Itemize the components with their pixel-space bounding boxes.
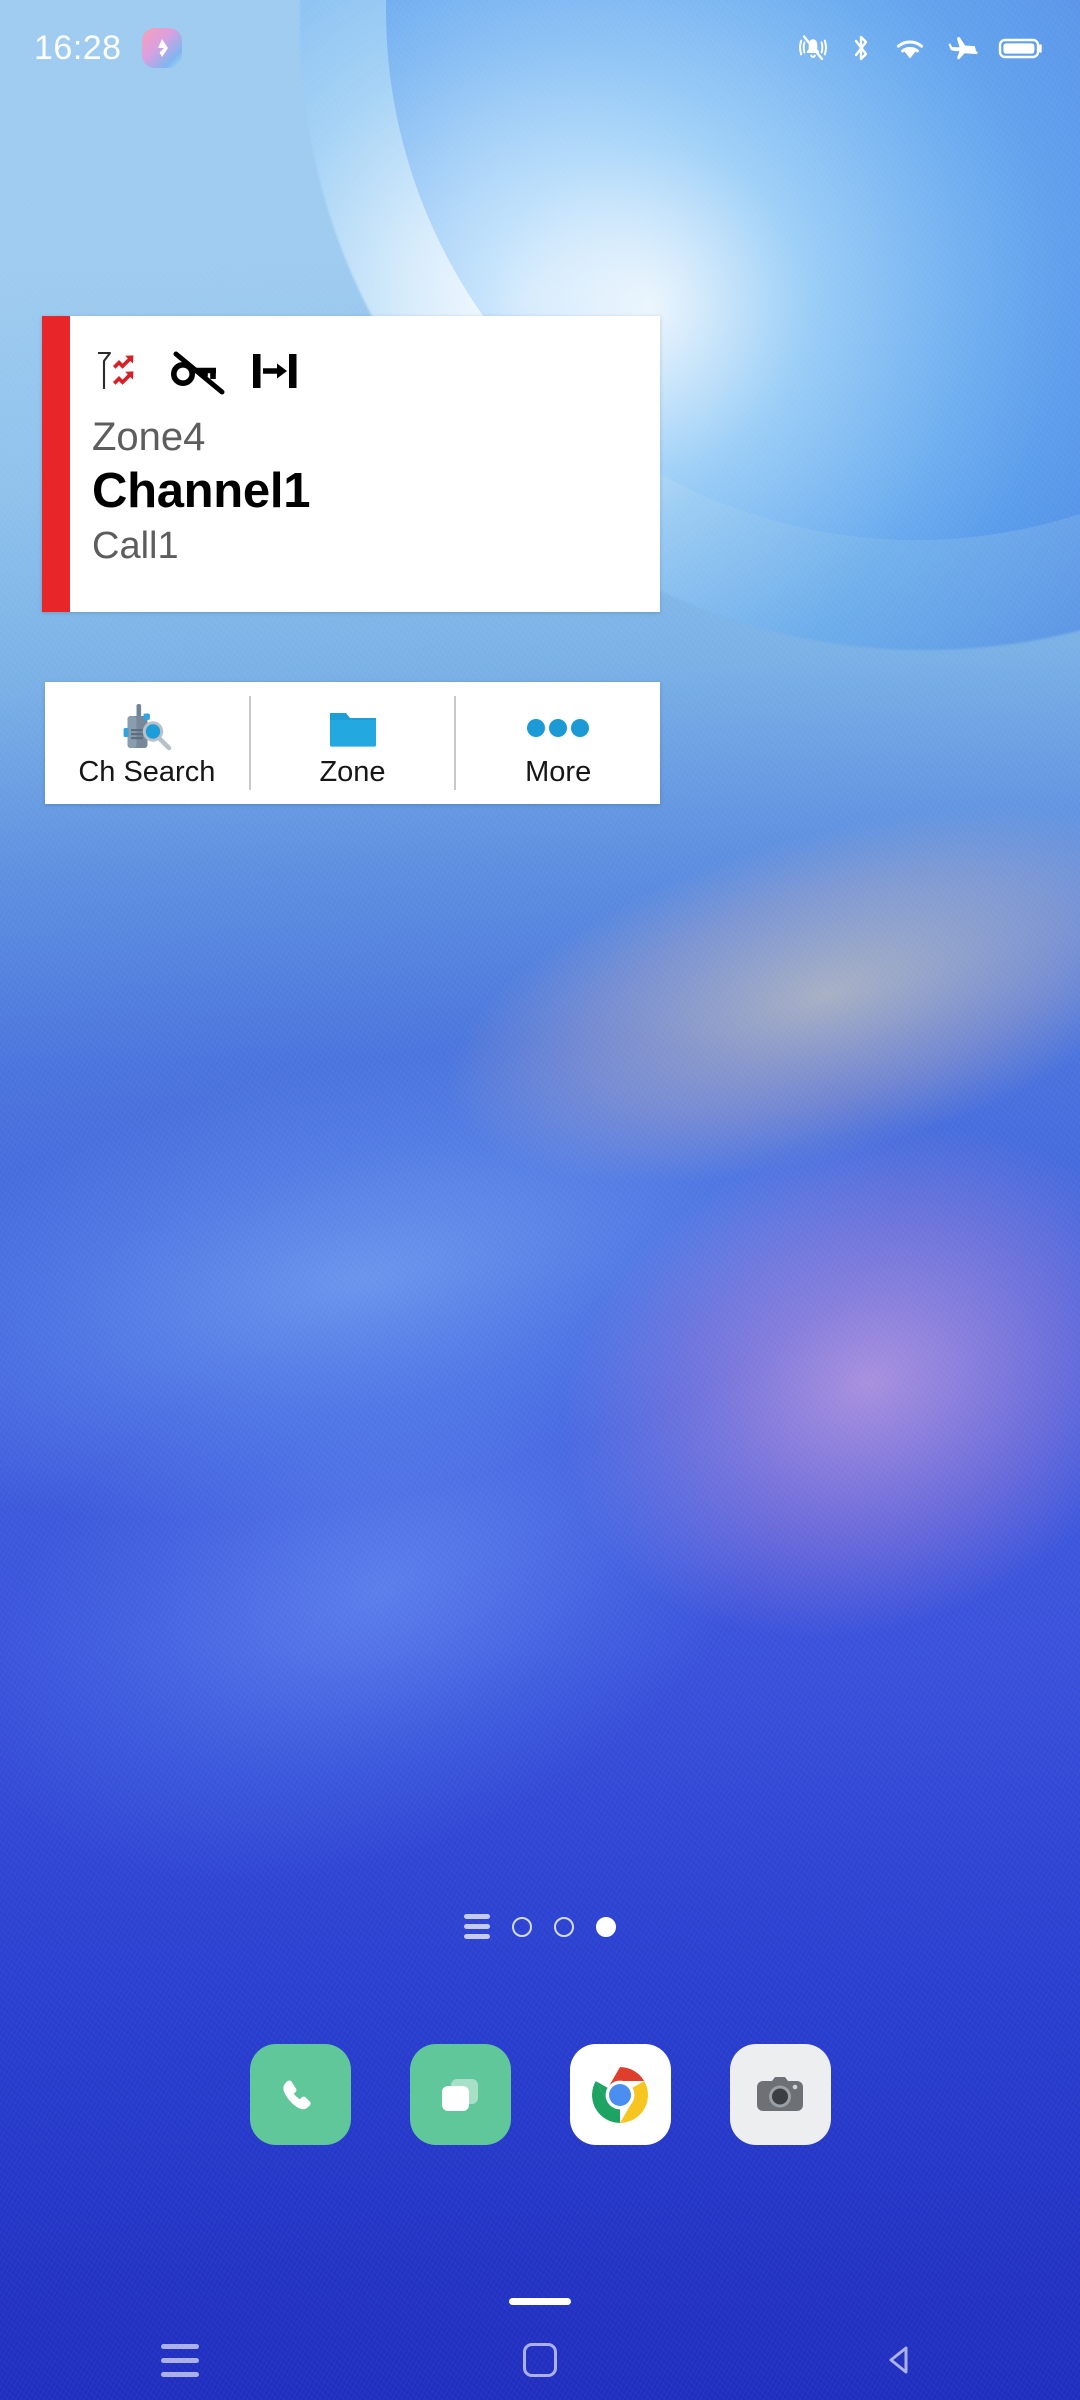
widget-accent-bar	[42, 316, 70, 612]
dock-app-phone[interactable]	[249, 2044, 351, 2145]
app-drawer-glyph[interactable]	[464, 1914, 490, 1939]
more-label: More	[525, 755, 592, 788]
nav-home-button[interactable]	[480, 2320, 600, 2400]
widget-zone-label: Zone4	[92, 415, 206, 459]
back-icon	[880, 2340, 920, 2380]
dock-app-chrome[interactable]	[569, 2044, 671, 2145]
zone-button[interactable]: Zone	[251, 682, 455, 804]
antenna-signal-icon	[92, 344, 148, 398]
page-dot-3-active[interactable]	[596, 1916, 616, 1937]
page-indicator	[0, 1914, 1080, 1939]
nav-back-button[interactable]	[840, 2320, 960, 2400]
widget-content: Zone4 Channel1 Call1	[70, 316, 660, 612]
ptt-channel-widget[interactable]: Zone4 Channel1 Call1	[42, 316, 660, 612]
narrow-bandwidth-icon	[246, 344, 304, 398]
widget-channel-label: Channel1	[92, 464, 311, 518]
page-dot-1[interactable]	[512, 1916, 532, 1937]
dock-app-camera[interactable]	[729, 2044, 831, 2145]
home-indicator	[509, 2298, 571, 2305]
ptt-action-bar: Ch Search Zone More	[45, 682, 660, 804]
airplane-mode-icon	[947, 32, 979, 64]
more-dots-icon	[521, 700, 595, 754]
app-notification-icon	[141, 28, 182, 68]
page-dot-2[interactable]	[554, 1916, 574, 1937]
folder-icon	[324, 700, 382, 754]
ch-search-label: Ch Search	[78, 755, 216, 788]
bluetooth-icon	[849, 32, 873, 64]
battery-icon	[998, 32, 1044, 64]
status-bar-clock: 16:28	[34, 28, 122, 67]
home-screen: 16:28 Zone4 Channel1 Call1 Ch Search Zon…	[0, 0, 1080, 2400]
dock-app-messages[interactable]	[409, 2044, 511, 2145]
status-bar-left: 16:28	[34, 28, 182, 68]
radio-search-icon	[117, 700, 177, 754]
no-encryption-key-icon	[166, 344, 228, 398]
zone-label: Zone	[319, 755, 386, 788]
nav-recents-button[interactable]	[120, 2320, 240, 2400]
wifi-icon	[892, 32, 928, 64]
vibrate-mute-icon	[796, 32, 830, 64]
status-bar-right	[796, 32, 1044, 64]
status-bar: 16:28	[0, 0, 1080, 96]
ch-search-button[interactable]: Ch Search	[45, 682, 249, 804]
recents-icon	[161, 2343, 199, 2377]
more-button[interactable]: More	[456, 682, 660, 804]
dock	[0, 2044, 1080, 2145]
navigation-bar	[0, 2320, 1080, 2400]
widget-status-icon-row	[92, 340, 638, 402]
widget-call-label: Call1	[92, 524, 179, 567]
home-icon	[523, 2343, 557, 2377]
